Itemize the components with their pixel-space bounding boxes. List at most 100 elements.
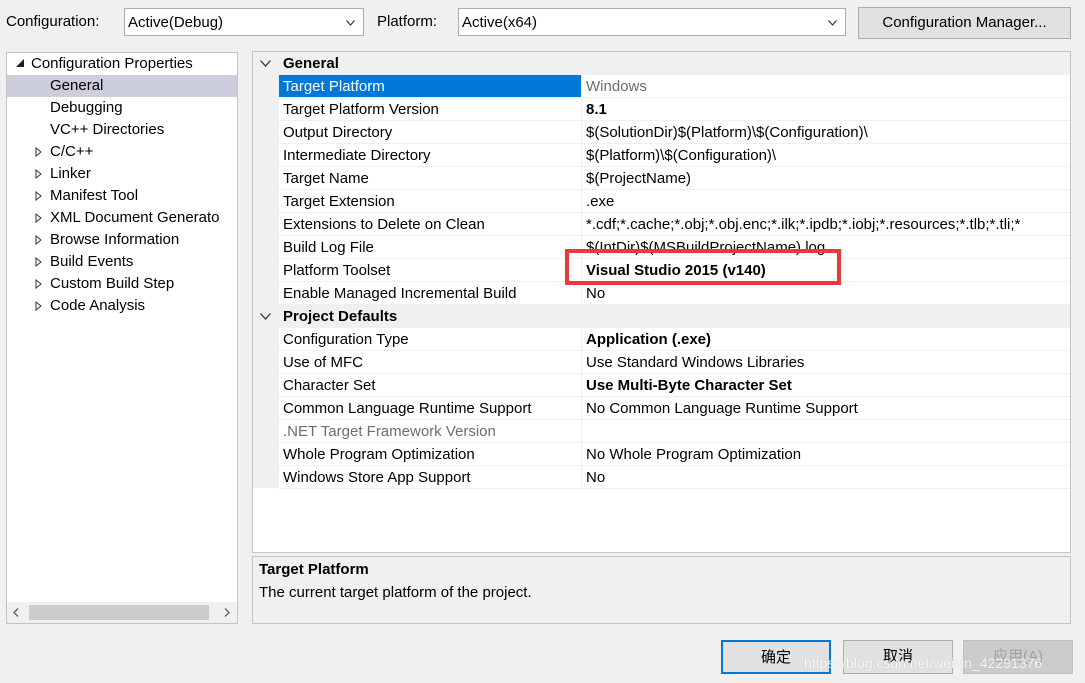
- property-name-cell[interactable]: Character Set: [279, 374, 582, 396]
- property-value[interactable]: No Common Language Runtime Support: [586, 400, 1070, 417]
- tree-item-debugging[interactable]: Debugging: [7, 97, 237, 119]
- tree-item-label: Build Events: [50, 253, 134, 270]
- property-name: Configuration Type: [283, 331, 409, 348]
- property-name: Whole Program Optimization: [283, 446, 475, 463]
- property-name-cell[interactable]: Enable Managed Incremental Build: [279, 282, 582, 304]
- property-row[interactable]: Target Platform Version 8.1: [279, 98, 1070, 121]
- property-value[interactable]: No Whole Program Optimization: [586, 446, 1070, 463]
- property-row[interactable]: Target Name $(ProjectName): [279, 167, 1070, 190]
- tree-item-general[interactable]: General: [7, 75, 237, 97]
- scroll-thumb[interactable]: [29, 605, 209, 620]
- property-row[interactable]: Character Set Use Multi-Byte Character Se…: [279, 374, 1070, 397]
- property-row[interactable]: Extensions to Delete on Clean *.cdf;*.cac…: [279, 213, 1070, 236]
- property-row[interactable]: Enable Managed Incremental Build No: [279, 282, 1070, 305]
- property-name: Target Platform Version: [283, 101, 439, 118]
- collapsed-triangle-icon[interactable]: [34, 213, 44, 223]
- property-name: Enable Managed Incremental Build: [283, 285, 517, 302]
- property-name: Character Set: [283, 377, 376, 394]
- tree-item-label: VC++ Directories: [50, 121, 165, 138]
- property-name-cell[interactable]: .NET Target Framework Version: [279, 420, 582, 442]
- scroll-right-icon[interactable]: [224, 608, 230, 617]
- property-value[interactable]: 8.1: [586, 101, 1070, 118]
- property-name: Extensions to Delete on Clean: [283, 216, 485, 233]
- property-name: Platform Toolset: [283, 262, 391, 279]
- collapsed-triangle-icon[interactable]: [34, 235, 44, 245]
- tree-item-build-events[interactable]: Build Events: [7, 251, 237, 273]
- expanded-triangle-icon: [16, 59, 24, 67]
- chevron-down-icon[interactable]: [260, 60, 271, 67]
- property-row[interactable]: Intermediate Directory $(Platform)\$(Conf…: [279, 144, 1070, 167]
- property-value[interactable]: *.cdf;*.cache;*.obj;*.obj.enc;*.ilk;*.ip…: [586, 216, 1070, 233]
- property-name: Target Extension: [283, 193, 395, 210]
- configuration-value: Active(Debug): [128, 14, 224, 31]
- property-row[interactable]: Output Directory $(SolutionDir)$(Platform…: [279, 121, 1070, 144]
- property-name-cell[interactable]: Use of MFC: [279, 351, 582, 373]
- tree-item-linker[interactable]: Linker: [7, 163, 237, 185]
- property-row[interactable]: .NET Target Framework Version: [279, 420, 1070, 443]
- section-general[interactable]: General: [253, 52, 1070, 75]
- tree-item-xml-document-generato[interactable]: XML Document Generato: [7, 207, 237, 229]
- tree-item-browse-information[interactable]: Browse Information: [7, 229, 237, 251]
- section-title: General: [283, 55, 339, 72]
- property-value[interactable]: $(ProjectName): [586, 170, 1070, 187]
- property-value[interactable]: $(Platform)\$(Configuration)\: [586, 147, 1070, 164]
- property-value[interactable]: .exe: [586, 193, 1070, 210]
- property-row[interactable]: Target Extension .exe: [279, 190, 1070, 213]
- property-row[interactable]: Windows Store App Support No: [279, 466, 1070, 489]
- property-row[interactable]: Whole Program Optimization No Whole Progr…: [279, 443, 1070, 466]
- collapsed-triangle-icon[interactable]: [34, 257, 44, 267]
- platform-label: Platform:: [377, 13, 438, 30]
- property-name-cell[interactable]: Platform Toolset: [279, 259, 582, 281]
- tree-horizontal-scrollbar[interactable]: [7, 602, 237, 623]
- collapsed-triangle-icon[interactable]: [34, 191, 44, 201]
- property-name-cell[interactable]: Windows Store App Support: [279, 466, 582, 488]
- tree-item-vc-directories[interactable]: VC++ Directories: [7, 119, 237, 141]
- property-row[interactable]: Use of MFC Use Standard Windows Libraries: [279, 351, 1070, 374]
- property-name: Build Log File: [283, 239, 374, 256]
- configuration-manager-button[interactable]: Configuration Manager...: [858, 7, 1071, 39]
- tree-item-custom-build-step[interactable]: Custom Build Step: [7, 273, 237, 295]
- tree-item-label: Browse Information: [50, 231, 180, 248]
- property-name-cell[interactable]: Extensions to Delete on Clean: [279, 213, 582, 235]
- configuration-label: Configuration:: [6, 13, 100, 30]
- property-grid[interactable]: General Target Platform Windows Target Plat…: [252, 51, 1071, 553]
- tree-item-c-c[interactable]: C/C++: [7, 141, 237, 163]
- property-value[interactable]: Use Standard Windows Libraries: [586, 354, 1070, 371]
- property-value[interactable]: Application (.exe): [586, 331, 1070, 348]
- property-value[interactable]: No: [586, 285, 1070, 302]
- description-text: The current target platform of the proje…: [259, 584, 532, 601]
- property-row[interactable]: Target Platform Windows: [279, 75, 1070, 98]
- tree-item-manifest-tool[interactable]: Manifest Tool: [7, 185, 237, 207]
- property-name-cell[interactable]: Target Extension: [279, 190, 582, 212]
- collapsed-triangle-icon[interactable]: [34, 147, 44, 157]
- tree-item-code-analysis[interactable]: Code Analysis: [7, 295, 237, 317]
- property-row[interactable]: Configuration Type Application (.exe): [279, 328, 1070, 351]
- property-name-cell[interactable]: Target Name: [279, 167, 582, 189]
- property-name-cell[interactable]: Intermediate Directory: [279, 144, 582, 166]
- property-row[interactable]: Common Language Runtime Support No Common…: [279, 397, 1070, 420]
- property-name-cell[interactable]: Output Directory: [279, 121, 582, 143]
- property-name: .NET Target Framework Version: [283, 423, 496, 440]
- collapsed-triangle-icon[interactable]: [34, 301, 44, 311]
- property-name-cell[interactable]: Whole Program Optimization: [279, 443, 582, 465]
- configuration-dropdown[interactable]: Active(Debug): [124, 8, 364, 36]
- tree-root-label: Configuration Properties: [31, 55, 193, 72]
- chevron-down-icon[interactable]: [260, 313, 271, 320]
- property-value[interactable]: Use Multi-Byte Character Set: [586, 377, 1070, 394]
- property-value[interactable]: No: [586, 469, 1070, 486]
- collapsed-triangle-icon[interactable]: [34, 279, 44, 289]
- scroll-left-icon[interactable]: [13, 608, 19, 617]
- property-value[interactable]: Windows: [586, 78, 1070, 95]
- tree-root-configuration-properties[interactable]: Configuration Properties: [7, 53, 237, 75]
- section-project-defaults[interactable]: Project Defaults: [253, 305, 1070, 328]
- property-name-cell[interactable]: Common Language Runtime Support: [279, 397, 582, 419]
- property-value[interactable]: $(SolutionDir)$(Platform)\$(Configuratio…: [586, 124, 1070, 141]
- chevron-down-icon: [828, 20, 837, 26]
- property-tree[interactable]: Configuration Properties General Debuggin…: [6, 52, 238, 624]
- property-name-cell[interactable]: Target Platform Version: [279, 98, 582, 120]
- collapsed-triangle-icon[interactable]: [34, 169, 44, 179]
- property-name-cell[interactable]: Build Log File: [279, 236, 582, 258]
- property-name-cell[interactable]: Target Platform: [279, 75, 582, 97]
- property-name-cell[interactable]: Configuration Type: [279, 328, 582, 350]
- platform-dropdown[interactable]: Active(x64): [458, 8, 846, 36]
